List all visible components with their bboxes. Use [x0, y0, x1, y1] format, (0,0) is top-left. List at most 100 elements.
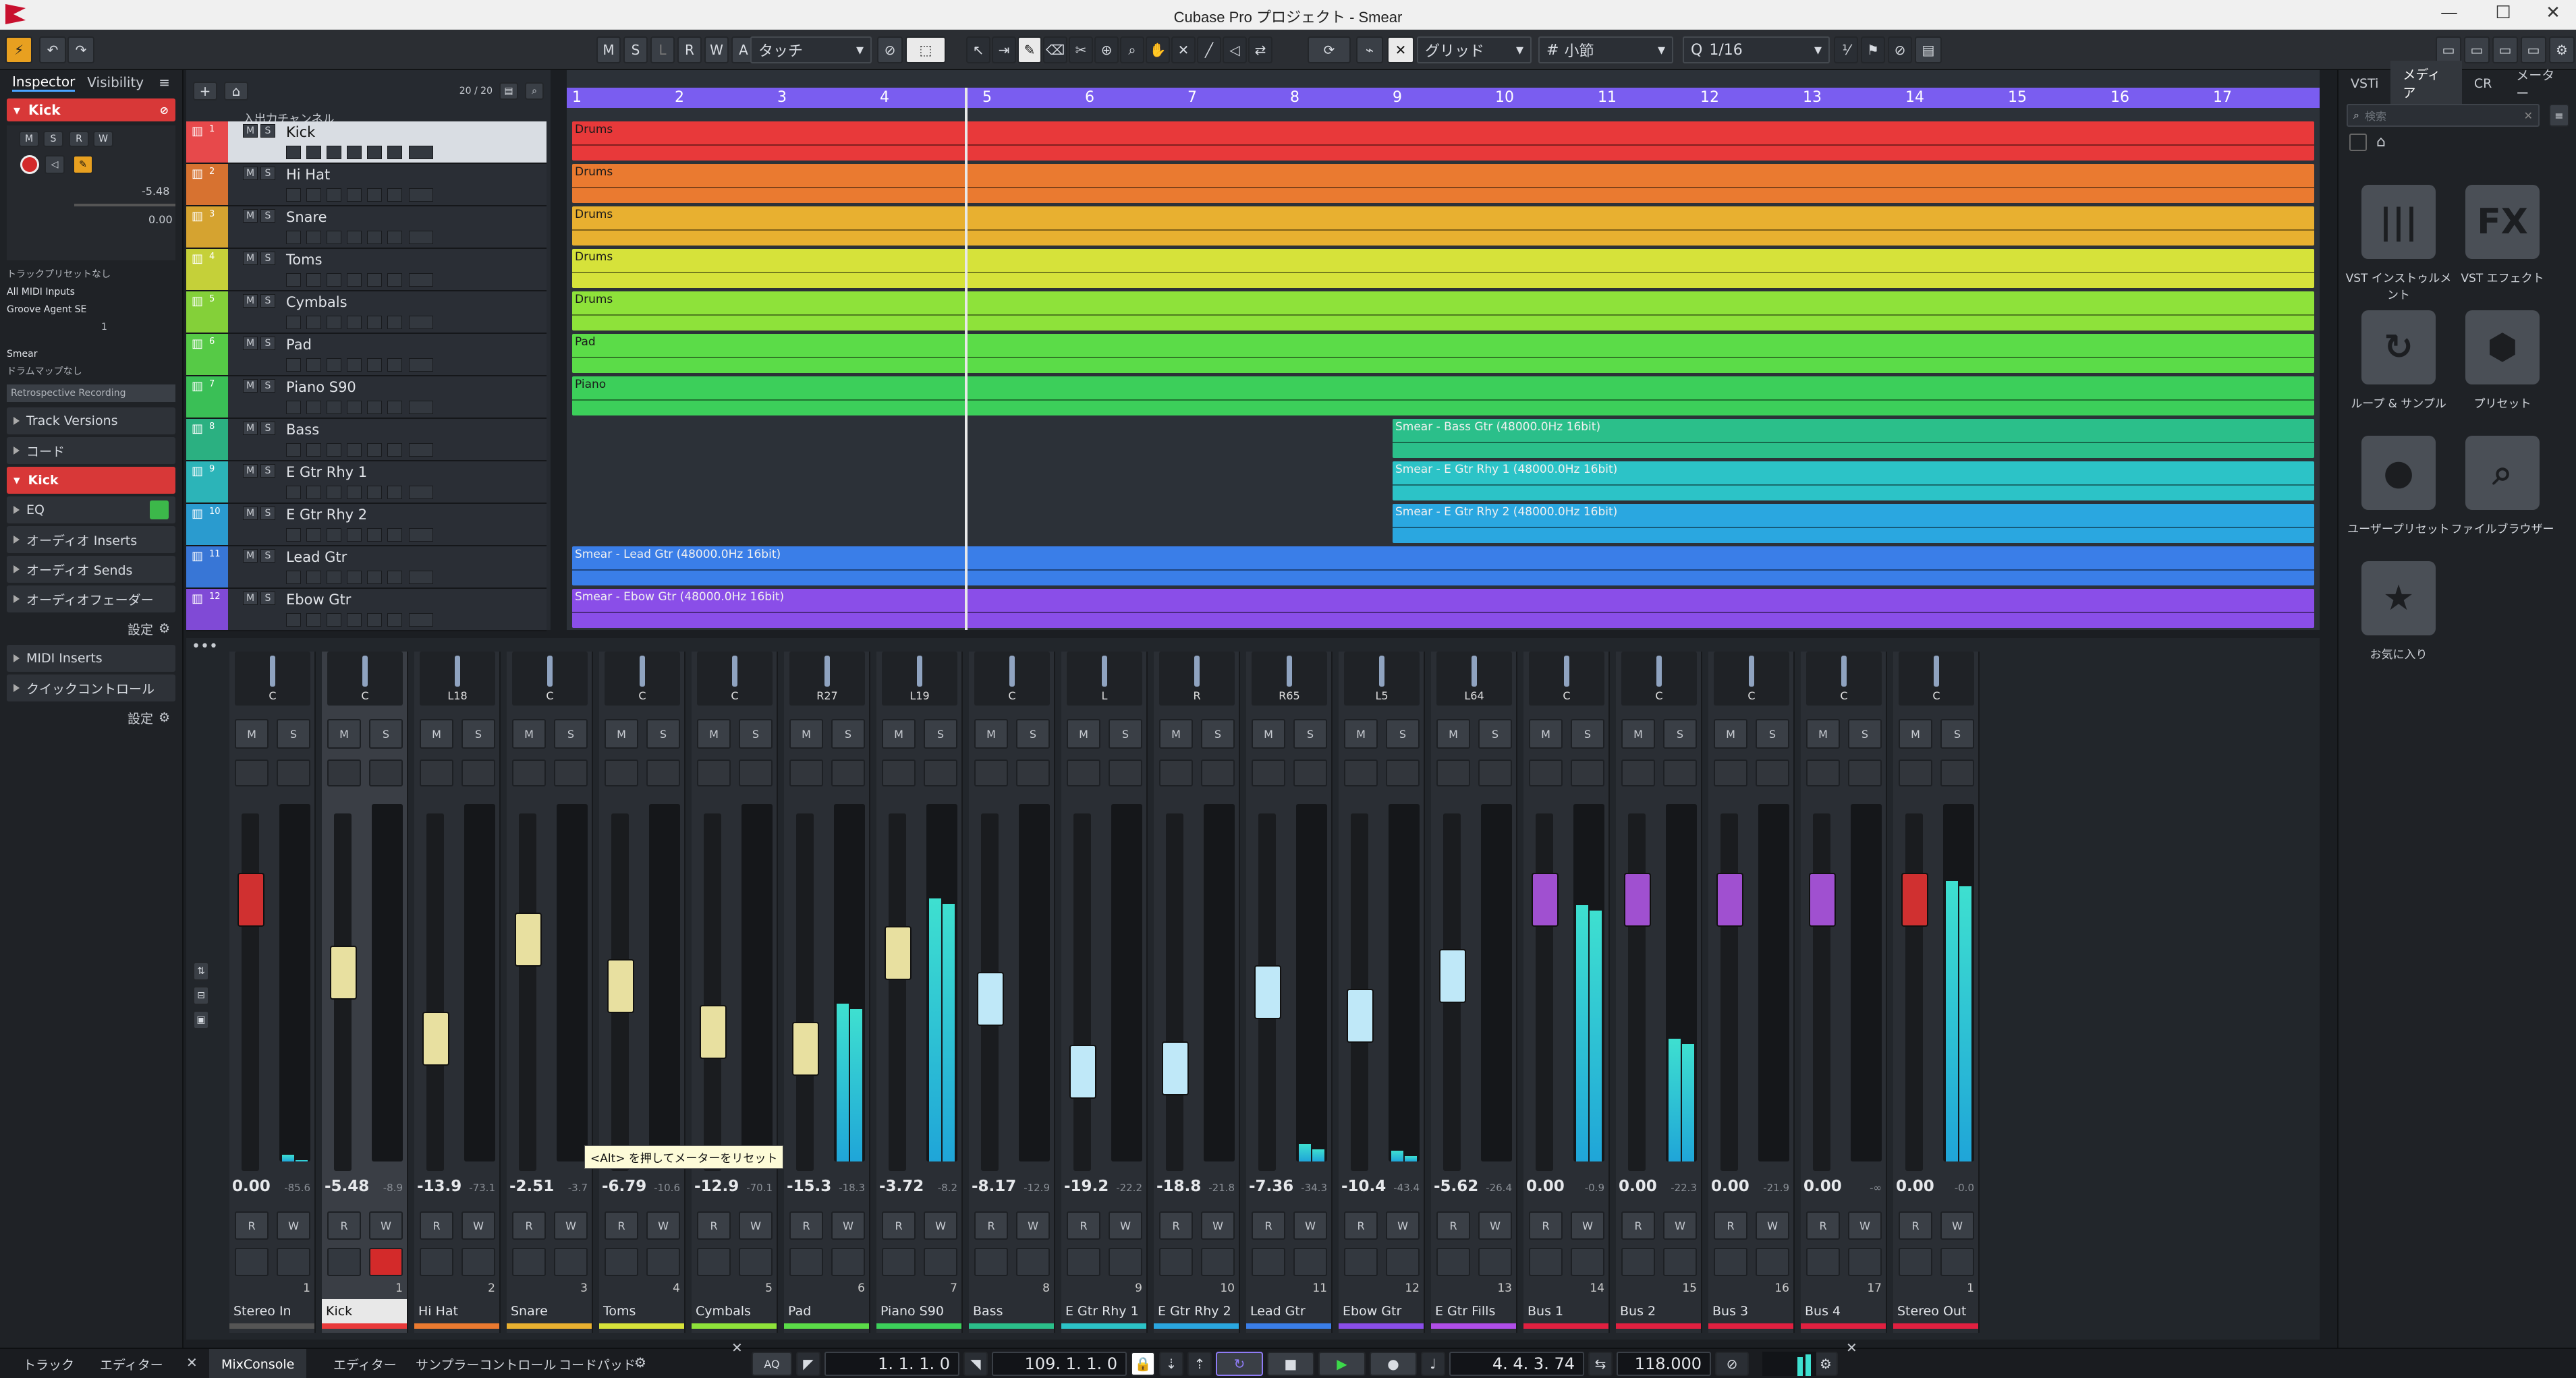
tab-visibility[interactable]: Visibility — [87, 74, 144, 90]
peak-value[interactable]: -12.9 — [1024, 1182, 1050, 1194]
midi-channel-select[interactable]: 1 — [7, 318, 175, 336]
track-row[interactable]: ▥ 6 M S Pad — [186, 334, 547, 376]
track-read-button[interactable] — [327, 316, 341, 329]
peak-value[interactable]: -8.9 — [383, 1182, 403, 1194]
play-button[interactable]: ▶ — [1318, 1352, 1366, 1376]
track-solo-button[interactable]: S — [260, 507, 275, 520]
track-solo-button[interactable]: S — [260, 209, 275, 223]
loops-samples-icon[interactable]: ↻ — [2361, 310, 2436, 384]
pan-knob[interactable] — [362, 656, 368, 687]
track-lane-button[interactable] — [387, 528, 402, 542]
monitor-button[interactable] — [1899, 1248, 1932, 1276]
pan-control[interactable]: R27 — [789, 652, 865, 706]
record-enable-button[interactable] — [20, 155, 39, 174]
pan-control[interactable]: C — [974, 652, 1050, 706]
channel-name[interactable]: Bus 1 — [1523, 1299, 1608, 1323]
audio-event[interactable]: Smear - E Gtr Rhy 2 (48000.0Hz 16bit) — [1393, 504, 2314, 543]
read-automation-button[interactable]: R — [1252, 1211, 1285, 1240]
strip-mute-button[interactable]: M — [697, 719, 731, 749]
track-filter-icon[interactable]: ▤ — [499, 82, 518, 100]
record-enable-button[interactable] — [646, 1248, 680, 1276]
monitor-button[interactable] — [420, 1248, 453, 1276]
monitor-button[interactable] — [1159, 1248, 1193, 1276]
record-enable-button[interactable] — [831, 1248, 865, 1276]
record-enable-button[interactable] — [1201, 1248, 1235, 1276]
strip-solo-button[interactable]: S — [554, 719, 588, 749]
transport-settings-icon[interactable]: ⚙ — [1814, 1352, 1838, 1376]
edit-channel-button[interactable] — [739, 759, 773, 786]
pan-control[interactable]: R — [1159, 652, 1235, 706]
strip-solo-button[interactable]: S — [831, 719, 865, 749]
maximize-button[interactable]: ☐ — [2483, 3, 2523, 23]
record-enable-button[interactable] — [461, 1248, 495, 1276]
ruler[interactable]: 1 2 3 4 5 6 7 8 9 10 11 12 13 14 15 16 17 — [567, 88, 2320, 108]
fader-handle[interactable] — [885, 925, 912, 980]
track-row[interactable]: ▥ 12 M S Ebow Gtr — [186, 589, 547, 631]
track-record-button[interactable] — [286, 401, 301, 414]
volume-value[interactable]: -3.72 — [879, 1178, 924, 1195]
fader-track[interactable] — [889, 813, 906, 1171]
peak-value[interactable]: -22.2 — [1116, 1182, 1142, 1194]
grid-type-select[interactable]: グリッド ▾ — [1417, 36, 1532, 63]
close-lower-zone-icon[interactable]: ✕ — [186, 1354, 198, 1371]
monitor-button[interactable] — [512, 1248, 546, 1276]
listen-button[interactable] — [789, 759, 823, 786]
vst-instruments-icon[interactable]: ||| — [2361, 185, 2436, 259]
fader-track[interactable] — [1536, 813, 1553, 1171]
volume-value[interactable]: -19.2 — [1064, 1178, 1109, 1195]
lower-zone-icon[interactable]: ▭ — [2464, 36, 2490, 63]
inspector-track-header[interactable]: ▾ Kick ⊘ — [7, 98, 175, 121]
track-lane-button[interactable] — [387, 358, 402, 372]
track-edit-button[interactable] — [367, 231, 382, 244]
midi-output-select[interactable]: Groove Agent SE — [7, 301, 175, 318]
peak-value[interactable]: -73.1 — [469, 1182, 495, 1194]
monitor-icon[interactable]: ◁ — [45, 155, 65, 174]
record-enable-button[interactable] — [277, 1248, 310, 1276]
home-icon[interactable]: ⌂ — [2376, 134, 2386, 150]
track-edit-button[interactable] — [367, 188, 382, 202]
fader-handle[interactable] — [1532, 873, 1559, 927]
track-read-button[interactable] — [327, 443, 341, 457]
midi-part[interactable]: Drums — [572, 291, 2314, 331]
volume-value[interactable]: 0.00 — [1711, 1178, 1749, 1195]
volume-value[interactable]: -8.17 — [972, 1178, 1016, 1195]
track-read-button[interactable] — [327, 188, 341, 202]
pan-control[interactable]: L5 — [1344, 652, 1420, 706]
section-eq[interactable]: EQ — [7, 496, 175, 523]
monitor-button[interactable] — [1806, 1248, 1840, 1276]
channel-name[interactable]: Bus 2 — [1616, 1299, 1701, 1323]
peak-value[interactable]: -21.8 — [1208, 1182, 1235, 1194]
channel-name[interactable]: Stereo Out — [1893, 1299, 1978, 1323]
track-record-button[interactable] — [286, 146, 301, 159]
media-search-input[interactable]: ⌕ 検索 ✕ — [2347, 104, 2540, 127]
section-audio-fader[interactable]: オーディオフェーダー — [7, 585, 175, 612]
strip-mute-button[interactable]: M — [1806, 719, 1840, 749]
track-freeze-button[interactable] — [409, 273, 433, 287]
read-automation-button[interactable]: R — [697, 1211, 731, 1240]
track-row[interactable]: ▥ 7 M S Piano S90 — [186, 376, 547, 419]
fader-handle[interactable] — [1254, 965, 1281, 1020]
channel-name[interactable]: Cymbals — [692, 1299, 777, 1323]
monitor-button[interactable] — [1621, 1248, 1655, 1276]
pan-control[interactable]: C — [512, 652, 588, 706]
track-lane-button[interactable] — [387, 273, 402, 287]
track-solo-button[interactable]: S — [260, 252, 275, 265]
fader-track[interactable] — [1720, 813, 1738, 1171]
fader-handle[interactable] — [700, 1005, 727, 1060]
pan-control[interactable]: C — [235, 652, 310, 706]
track-monitor-button[interactable] — [306, 358, 321, 372]
read-automation-button[interactable]: R — [1621, 1211, 1655, 1240]
listen-button[interactable] — [420, 759, 453, 786]
strip-solo-button[interactable]: S — [1386, 719, 1420, 749]
track-row[interactable]: ▥ 4 M S Toms — [186, 249, 547, 291]
volume-value[interactable]: -2.51 — [509, 1178, 554, 1195]
track-edit-button[interactable] — [367, 273, 382, 287]
close-transport-right-icon[interactable]: ✕ — [1846, 1340, 1857, 1356]
eq-power-icon[interactable] — [150, 500, 169, 519]
track-write-button[interactable] — [347, 528, 362, 542]
left-zone-icon[interactable]: ▭ — [2436, 36, 2461, 63]
track-freeze-button[interactable] — [409, 316, 433, 329]
read-automation-button[interactable]: R — [1344, 1211, 1378, 1240]
tab-chord-pads[interactable]: コードパッド — [547, 1349, 648, 1378]
pan-knob[interactable] — [1934, 656, 1939, 687]
